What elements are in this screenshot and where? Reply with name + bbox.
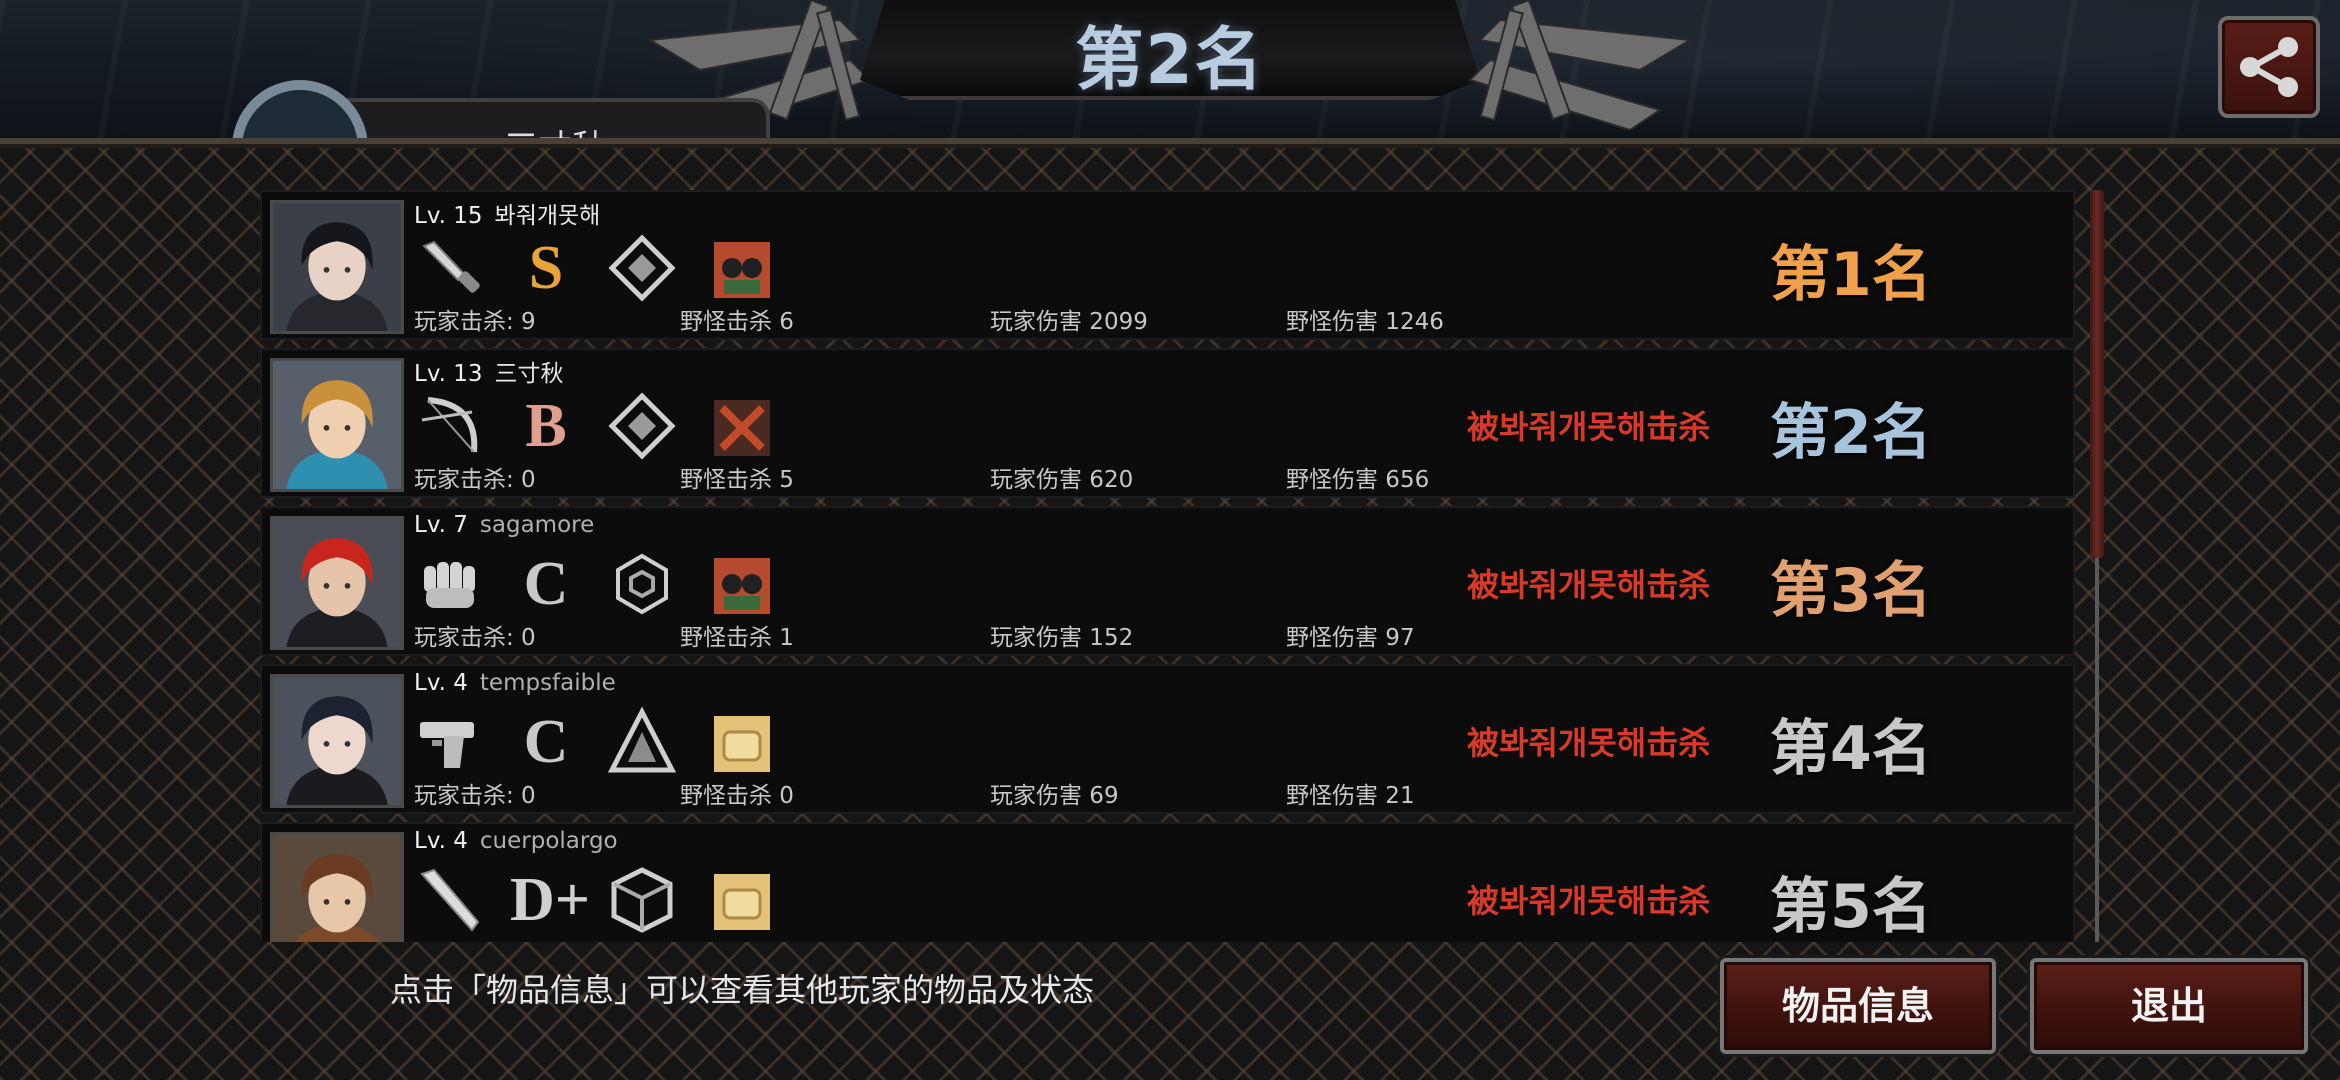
pistol-icon [414,706,486,778]
hexagon-emblem-icon [606,548,678,620]
player-name: tempsfaible [479,670,616,696]
exit-button[interactable]: 退出 [2030,958,2308,1054]
grade-badge: S [528,234,564,302]
knife-icon [414,232,486,304]
player-row[interactable]: Lv. 15 봐줘개못해 S 玩家击杀: 9 野怪击杀 6 玩家伤害 2099 野怪伤害 1… [260,190,2075,340]
level-name: Lv. 13 三寸秋 [414,354,564,388]
page-title: 第2名 [1075,21,1265,100]
bat-icon [414,864,486,936]
player-damage: 玩家伤害 2099 [990,309,1148,335]
monster-kills: 野怪击杀 5 [680,467,794,493]
monster-kills: 野怪击杀 6 [680,309,794,335]
player-row[interactable]: Lv. 4 tempsfaible C 玩家击杀: 0 野怪击杀 0 玩家伤害 69 野怪伤… [260,664,2075,814]
binoculars-item-icon[interactable] [714,558,770,614]
bread-item-icon[interactable] [714,874,770,930]
player-row[interactable]: Lv. 4 cuerpolargo D+ 被봐줘개못해击杀 第5名 [260,822,2075,942]
level-name: Lv. 15 봐줘개못해 [414,196,600,230]
killed-by-text: 被봐줘개못해击杀 [1467,408,1711,446]
monster-kills: 野怪击杀 1 [680,625,794,651]
player-level: Lv. 4 [414,670,468,696]
triangle-emblem-icon [606,706,678,778]
player-kills: 玩家击杀: 0 [414,783,536,809]
monster-damage: 野怪伤害 656 [1286,467,1430,493]
monster-damage: 野怪伤害 21 [1286,783,1415,809]
player-kills: 玩家击杀: 0 [414,467,536,493]
rank-label: 第5名 [1770,872,1932,942]
killed-by-text: 被봐줘개못해击杀 [1467,724,1711,762]
scrollbar-thumb[interactable] [2090,190,2104,558]
killed-by-text: 被봐줘개못해击杀 [1467,882,1711,920]
share-button[interactable] [2218,16,2320,118]
player-kills: 玩家击杀: 0 [414,625,536,651]
monster-damage: 野怪伤害 97 [1286,625,1415,651]
player-level: Lv. 7 [414,512,468,538]
player-row[interactable]: Lv. 13 三寸秋 B 玩家击杀: 0 野怪击杀 5 玩家伤害 620 野怪伤害 656 被… [260,348,2075,498]
item-info-button[interactable]: 物品信息 [1720,958,1996,1054]
player-level: Lv. 4 [414,828,468,854]
rank-label: 第2名 [1770,398,1932,468]
player-level: Lv. 13 [414,361,483,387]
portrait [270,832,404,942]
level-name: Lv. 7 sagamore [414,512,594,538]
binoculars-item-icon[interactable] [714,242,770,298]
player-damage: 玩家伤害 69 [990,783,1119,809]
monster-kills: 野怪击杀 0 [680,783,794,809]
scrollbar[interactable] [2090,190,2106,942]
player-name: 三寸秋 [494,361,564,387]
portrait [270,200,404,334]
diamond-emblem-icon [606,232,678,304]
crossed-guns-ornament-right [1468,0,1694,130]
player-damage: 玩家伤害 152 [990,625,1134,651]
portrait [270,358,404,492]
grade-badge: D+ [510,866,591,934]
diamond-emblem-icon [606,390,678,462]
cube-emblem-icon [606,864,678,936]
bread-item-icon[interactable] [714,716,770,772]
rank-label: 第3名 [1770,556,1932,626]
level-name: Lv. 4 tempsfaible [414,670,616,696]
crossed-blades-item-icon[interactable] [714,400,770,456]
rank-label: 第4名 [1770,714,1932,784]
share-icon [2240,37,2298,97]
player-level: Lv. 15 [414,203,483,229]
grade-badge: B [525,392,567,460]
player-name: sagamore [479,512,595,538]
killed-by-text: 被봐줘개못해击杀 [1467,566,1711,604]
monster-damage: 野怪伤害 1246 [1286,309,1444,335]
portrait [270,516,404,650]
player-damage: 玩家伤害 620 [990,467,1134,493]
ranking-list[interactable]: Lv. 15 봐줘개못해 S 玩家击杀: 9 野怪击杀 6 玩家伤害 2099 野怪伤害 1… [260,190,2075,942]
top-banner: 第2名 三寸秋 [0,0,2340,150]
portrait [270,674,404,808]
player-name: 봐줘개못해 [494,203,601,229]
fist-icon [414,548,486,620]
bow-icon [414,390,486,462]
player-name: cuerpolargo [479,828,618,854]
player-kills: 玩家击杀: 9 [414,309,536,335]
player-row[interactable]: Lv. 7 sagamore C 玩家击杀: 0 野怪击杀 1 玩家伤害 152 野怪伤害 … [260,506,2075,656]
grade-badge: C [523,550,569,618]
hint-text: 点击「物品信息」可以查看其他玩家的物品及状态 [390,971,1095,1009]
level-name: Lv. 4 cuerpolargo [414,828,618,854]
rank-label: 第1名 [1770,240,1932,310]
grade-badge: C [523,708,569,776]
